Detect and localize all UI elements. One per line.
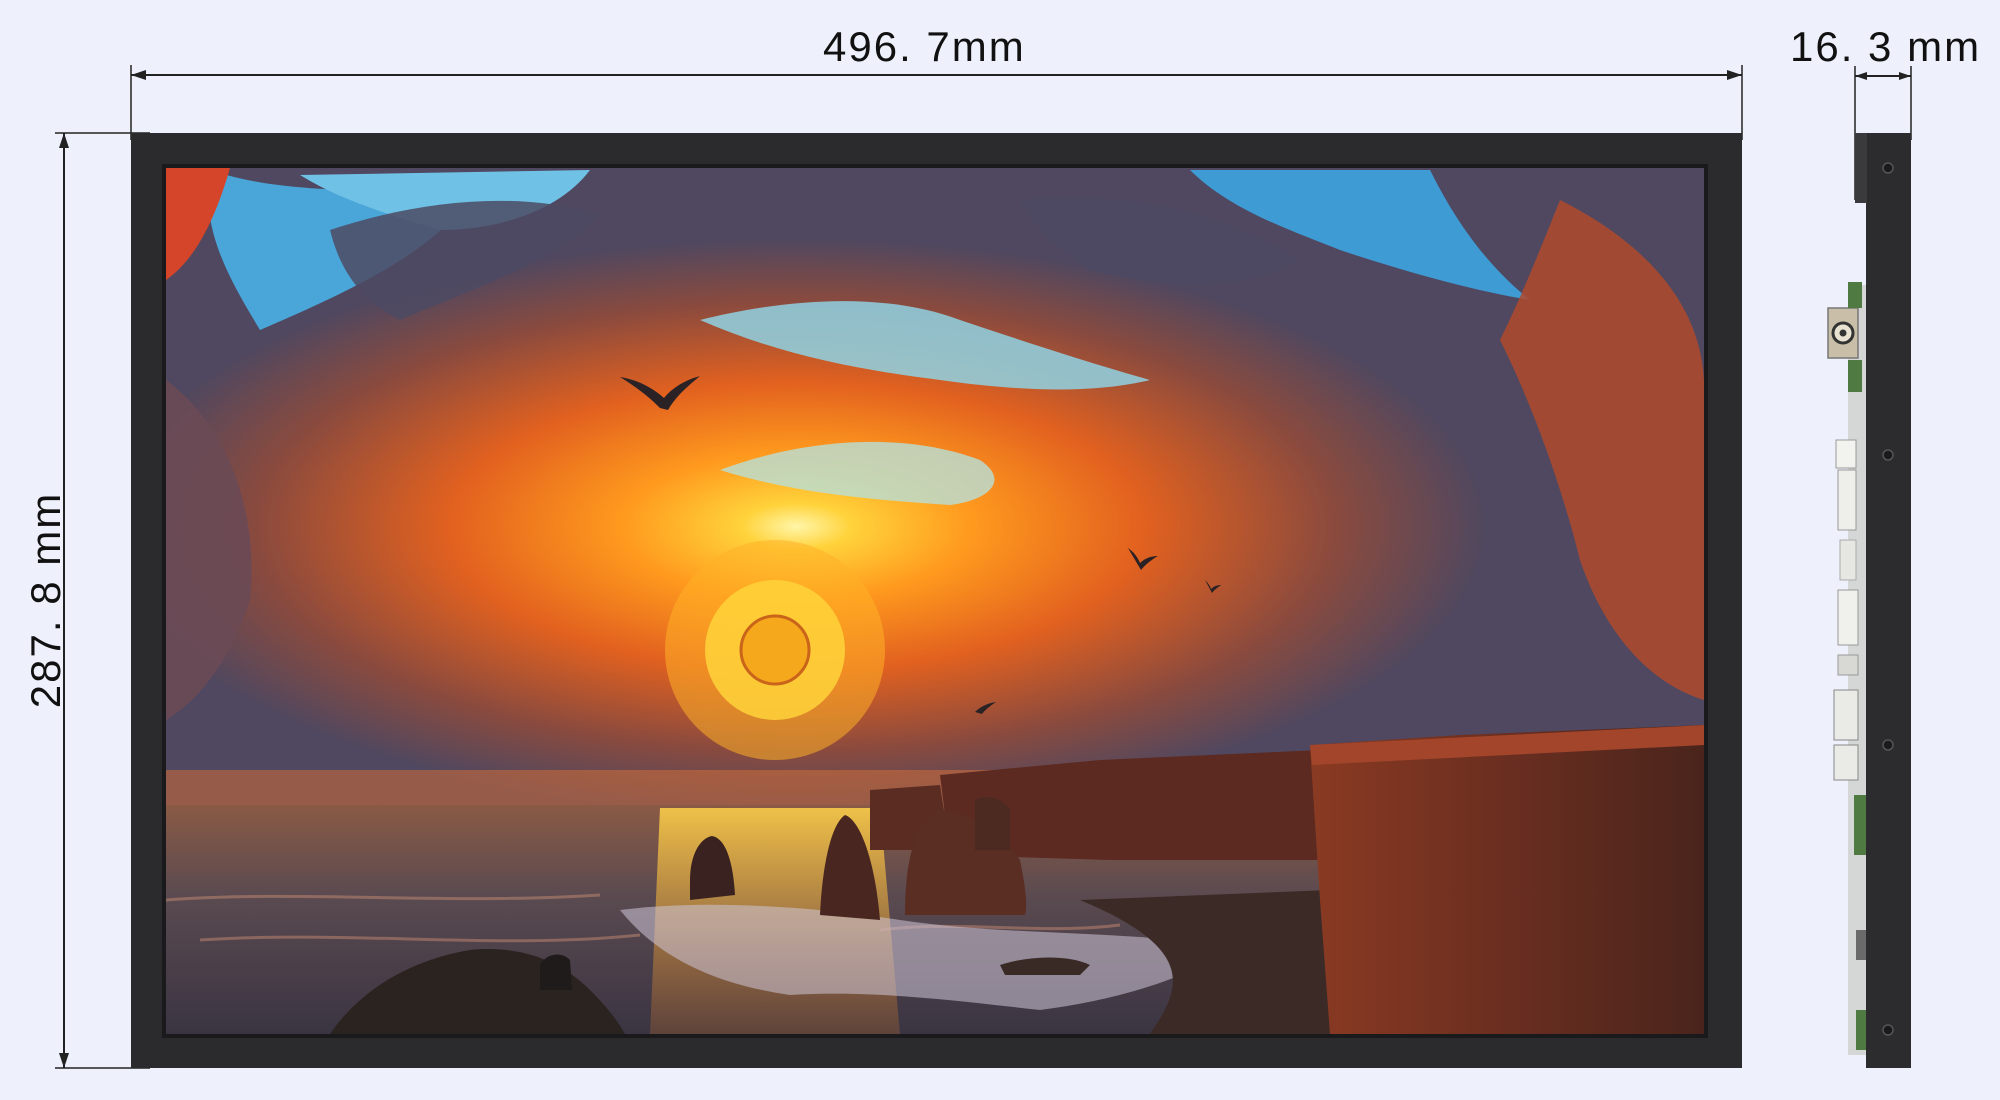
mounting-screw xyxy=(1882,1024,1894,1036)
drawing-canvas xyxy=(55,65,1912,1069)
display-side-view xyxy=(1827,133,1911,1068)
product-dimension-drawing: 496. 7mm 16. 3 mm 287. 8 mm xyxy=(0,0,2000,1100)
width-dimension xyxy=(130,65,1743,140)
mounting-screw xyxy=(1882,739,1894,751)
mounting-screw xyxy=(1882,162,1894,174)
side-connector-port xyxy=(1827,282,1862,392)
sun xyxy=(739,614,811,686)
mounting-screw xyxy=(1882,449,1894,461)
screen-image xyxy=(166,168,1704,1034)
display-front-view xyxy=(131,133,1742,1068)
main-cliff xyxy=(1310,725,1704,1034)
width-label: 496. 7mm xyxy=(823,23,1026,70)
depth-label: 16. 3 mm xyxy=(1790,23,1982,70)
side-frame xyxy=(1866,133,1911,1068)
height-label: 287. 8 mm xyxy=(22,491,69,709)
